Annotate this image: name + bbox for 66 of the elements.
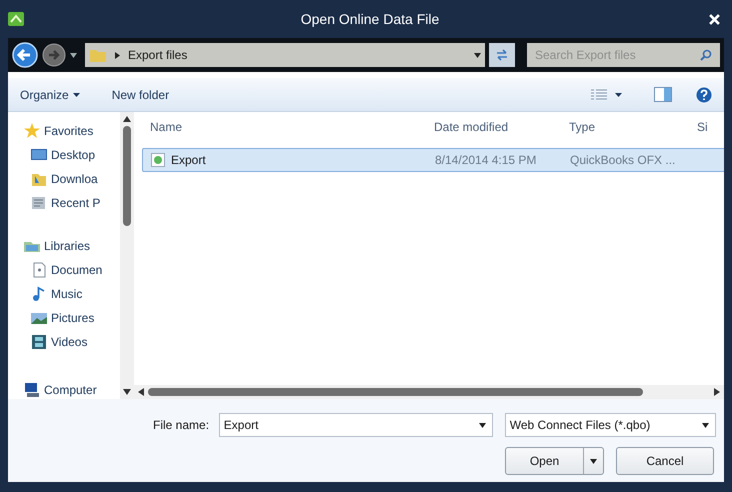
- date-cell-text: 8/14/2014 4:15 PM: [434, 152, 538, 169]
- document-icon: [31, 262, 47, 278]
- file-icon: [151, 153, 165, 167]
- preview-pane-icon[interactable]: [654, 87, 672, 102]
- nav-item[interactable]: Downloa: [51, 170, 98, 188]
- vertical-scrollbar[interactable]: [120, 112, 134, 399]
- nav-item[interactable]: Desktop: [51, 146, 96, 164]
- file-name: Export: [171, 152, 206, 169]
- back-icon[interactable]: [12, 42, 38, 68]
- file-name-value: Export: [224, 417, 260, 434]
- scroll-thumb[interactable]: [123, 126, 131, 226]
- caret-icon: [72, 92, 80, 96]
- caret-icon[interactable]: [615, 92, 622, 96]
- dropdown-icon[interactable]: [474, 52, 481, 58]
- split-dropdown-icon[interactable]: [590, 458, 597, 464]
- column-header[interactable]: Name: [142, 112, 430, 142]
- address-field[interactable]: Export files: [85, 43, 485, 67]
- scroll-down-icon[interactable]: [123, 389, 131, 395]
- type-cell-text: QuickBooks OFX ...: [569, 152, 676, 169]
- help-icon[interactable]: [696, 86, 712, 102]
- file-name-label: File name:: [153, 417, 210, 434]
- horizontal-scrollbar[interactable]: [134, 385, 724, 399]
- column-header[interactable]: Type: [565, 112, 693, 142]
- pictures-icon: [31, 310, 47, 326]
- breadcrumb[interactable]: Export files: [128, 46, 188, 64]
- forward-icon[interactable]: [42, 43, 66, 67]
- cancel-button[interactable]: Cancel: [616, 447, 714, 475]
- view-icon[interactable]: [591, 88, 607, 100]
- film-icon: [31, 334, 47, 350]
- nav-item[interactable]: Recent P: [51, 194, 100, 212]
- music-note-icon: [31, 286, 47, 302]
- file-name-field[interactable]: Export: [218, 413, 493, 437]
- app-icon: [8, 12, 24, 26]
- close-icon[interactable]: [709, 14, 720, 24]
- scroll-left-icon[interactable]: [138, 388, 144, 396]
- new-folder-button[interactable]: New folder: [112, 86, 170, 104]
- file-type-value: Web Connect Files (*.qbo): [510, 417, 652, 434]
- folder-icon: [89, 47, 107, 63]
- nav-item[interactable]: Music: [51, 285, 82, 304]
- folder-icon: [31, 171, 47, 187]
- dropdown-icon[interactable]: [702, 422, 709, 428]
- nav-item[interactable]: Favorites: [44, 122, 94, 140]
- star-icon: [24, 123, 40, 139]
- nav-item[interactable]: Computer: [44, 381, 97, 399]
- scroll-thumb[interactable]: [148, 388, 643, 396]
- column-header[interactable]: Date modified: [430, 112, 565, 142]
- scroll-up-icon[interactable]: [123, 116, 131, 122]
- monitor-icon: [31, 147, 47, 163]
- file-row[interactable]: Export 8/14/2014 4:15 PM QuickBooks OFX ...: [142, 148, 724, 172]
- dropdown-icon[interactable]: [478, 422, 486, 428]
- computer-icon: [24, 382, 40, 398]
- window-title: Open Online Data File: [300, 10, 440, 29]
- refresh-icon[interactable]: [489, 43, 515, 67]
- organize-button[interactable]: Organize: [20, 86, 80, 104]
- scroll-right-icon[interactable]: [714, 388, 720, 396]
- nav-item[interactable]: Libraries: [44, 237, 90, 256]
- search-placeholder: Search Export files: [535, 47, 637, 64]
- column-header[interactable]: Si: [693, 112, 723, 142]
- nav-item[interactable]: Documen: [51, 261, 102, 280]
- search-icon[interactable]: [700, 49, 712, 61]
- nav-item[interactable]: Videos: [51, 333, 88, 352]
- file-type-dropdown[interactable]: Web Connect Files (*.qbo): [504, 413, 716, 437]
- nav-item[interactable]: Pictures: [51, 309, 94, 328]
- dropdown-icon[interactable]: [70, 52, 77, 58]
- chevron-icon: [115, 52, 120, 58]
- recent-places-icon: [31, 195, 47, 211]
